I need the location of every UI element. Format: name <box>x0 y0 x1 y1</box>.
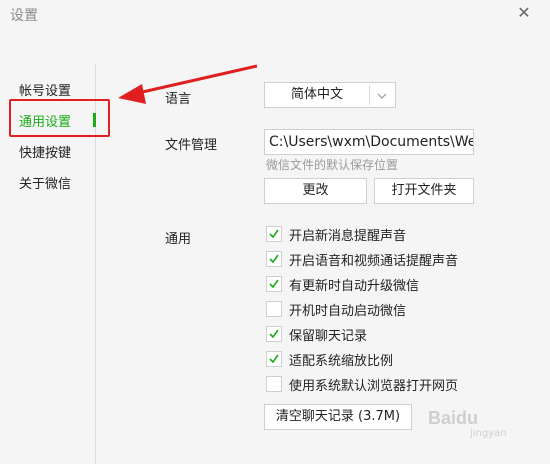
checkbox[interactable] <box>266 326 282 342</box>
select-divider <box>369 85 370 105</box>
option-label: 有更新时自动升级微信 <box>289 279 420 294</box>
checkbox[interactable] <box>266 251 282 267</box>
option-label: 使用系统默认浏览器打开网页 <box>289 379 459 394</box>
check-icon <box>269 279 279 289</box>
chevron-down-icon <box>377 93 387 99</box>
file-path-hint: 微信文件的默认保存位置 <box>266 158 399 172</box>
checkbox[interactable] <box>266 301 282 317</box>
language-label: 语言 <box>165 92 192 107</box>
check-icon <box>269 229 279 239</box>
checkbox[interactable] <box>266 276 282 292</box>
open-folder-button[interactable]: 打开文件夹 <box>374 178 474 204</box>
watermark-logo: Baidu <box>428 408 479 428</box>
checkbox[interactable] <box>266 376 282 392</box>
option-label: 开启语音和视频通话提醒声音 <box>289 254 459 269</box>
checkbox[interactable] <box>266 226 282 242</box>
check-icon <box>269 329 279 339</box>
change-button[interactable]: 更改 <box>264 178 367 204</box>
checkbox[interactable] <box>266 351 282 367</box>
language-selected-value: 简体中文 <box>290 87 343 102</box>
general-label: 通用 <box>165 232 192 247</box>
language-select[interactable]: 简体中文 <box>264 82 396 108</box>
watermark-sub: jingyan <box>470 428 507 439</box>
option-label: 开机时自动启动微信 <box>289 304 407 319</box>
file-manage-label: 文件管理 <box>165 138 218 153</box>
clear-history-button[interactable]: 清空聊天记录 (3.7M) <box>264 404 412 430</box>
option-label: 适配系统缩放比例 <box>289 354 394 369</box>
option-label: 保留聊天记录 <box>289 329 368 344</box>
option-label: 开启新消息提醒声音 <box>289 229 407 244</box>
check-icon <box>269 354 279 364</box>
file-path-input[interactable]: C:\Users\wxm\Documents\WeChat Files <box>264 129 474 155</box>
check-icon <box>269 254 279 264</box>
